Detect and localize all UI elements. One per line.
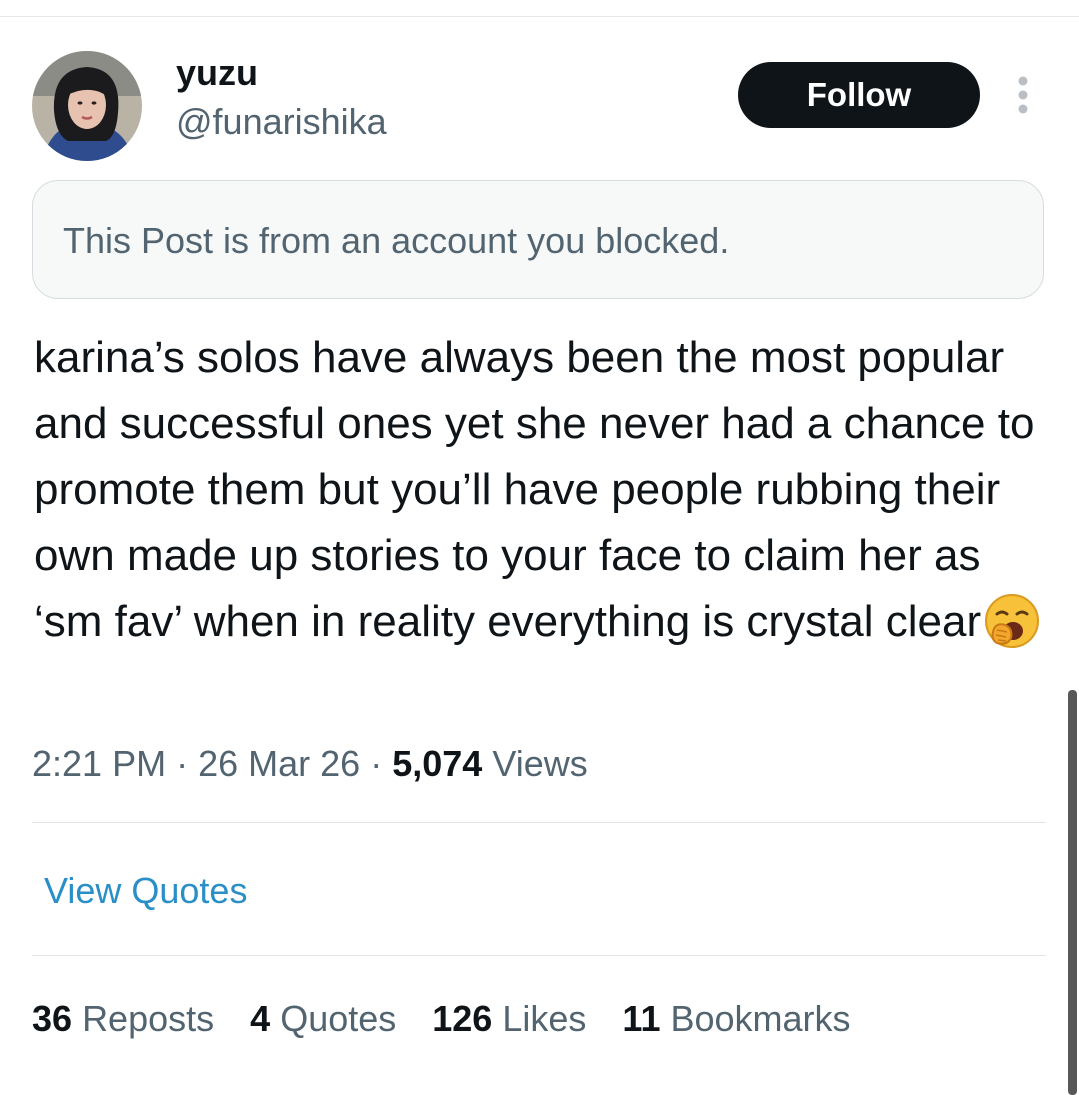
author-name[interactable]: yuzu	[176, 51, 258, 95]
post-date[interactable]: 26 Mar 26	[198, 743, 360, 784]
blocked-account-notice: This Post is from an account you blocked…	[32, 180, 1044, 299]
more-vertical-icon[interactable]	[1006, 74, 1040, 116]
reposts-stat[interactable]: 36 Reposts	[32, 997, 214, 1041]
views-label: Views	[492, 743, 588, 784]
yawning-face-emoji-icon	[983, 592, 1041, 650]
post-text: karina’s solos have always been the most…	[34, 333, 1035, 646]
post-time[interactable]: 2:21 PM	[32, 743, 166, 784]
divider	[32, 822, 1046, 823]
bookmarks-label: Bookmarks	[670, 998, 851, 1039]
quotes-label: Quotes	[280, 998, 397, 1039]
engagement-stats: 36 Reposts 4 Quotes 126 Likes 11 Bookmar…	[32, 997, 887, 1041]
views-count: 5,074	[392, 743, 483, 784]
author-handle[interactable]: @funarishika	[176, 100, 387, 144]
reposts-count: 36	[32, 998, 73, 1039]
quotes-count: 4	[250, 998, 271, 1039]
user-avatar-photo-icon	[32, 51, 142, 161]
post-body: karina’s solos have always been the most…	[34, 325, 1044, 655]
meta-separator: ·	[176, 743, 189, 784]
bookmarks-stat[interactable]: 11 Bookmarks	[622, 997, 850, 1041]
likes-stat[interactable]: 126 Likes	[432, 997, 586, 1041]
post-metadata: 2:21 PM · 26 Mar 26 · 5,074 Views	[32, 742, 588, 786]
divider	[32, 955, 1046, 956]
author-avatar[interactable]	[32, 51, 142, 161]
likes-label: Likes	[502, 998, 587, 1039]
meta-separator: ·	[370, 743, 383, 784]
reposts-label: Reposts	[82, 998, 215, 1039]
bookmarks-count: 11	[622, 998, 661, 1039]
follow-button[interactable]: Follow	[738, 62, 980, 128]
scrollbar[interactable]	[1068, 690, 1077, 1095]
blocked-notice-text: This Post is from an account you blocked…	[63, 220, 730, 261]
top-divider	[0, 16, 1079, 17]
quotes-stat[interactable]: 4 Quotes	[250, 997, 396, 1041]
likes-count: 126	[432, 998, 493, 1039]
view-quotes-link[interactable]: View Quotes	[44, 869, 247, 913]
